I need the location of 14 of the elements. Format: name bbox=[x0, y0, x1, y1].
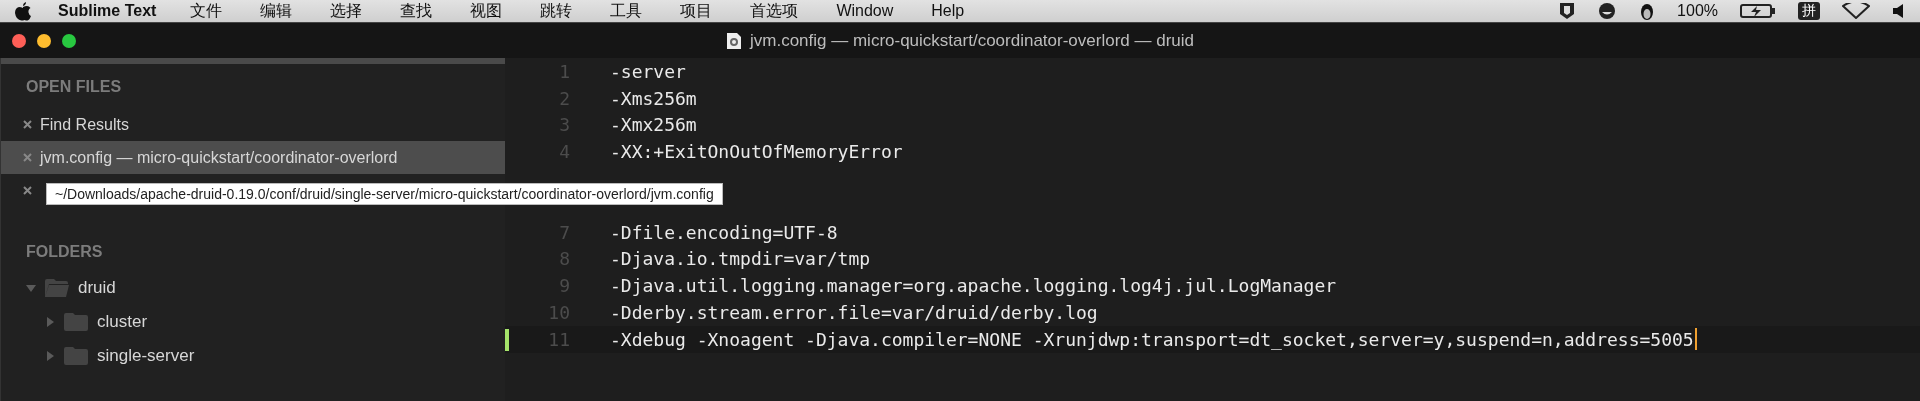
code-line: -Xms256m bbox=[610, 87, 697, 109]
code-line: -Dfile.encoding=UTF-8 bbox=[610, 221, 838, 243]
code-line: -Dderby.stream.error.file=var/druid/derby.log bbox=[610, 302, 1098, 324]
window-title: jvm.config — micro-quickstart/coordinator-overlord — druid bbox=[749, 30, 1194, 51]
code-line: -Djava.io.tmpdir=var/tmp bbox=[610, 248, 871, 270]
code-line: -Djava.util.logging.manager=org.apache.logging.log4j.jul.LogManager bbox=[610, 275, 1337, 297]
code-line: -server bbox=[610, 60, 686, 82]
code-line: -Xdebug -Xnoagent -Djava.compiler=NONE -Xrunjdwp:transport=dt_socket,server=y,suspend=n,address=5005 bbox=[610, 328, 1694, 350]
section-heading: FOLDERS bbox=[25, 243, 104, 262]
file-path-tooltip: ~/Downloads/apache-druid-0.19.0/conf/druid/single-server/micro-quickstart/coordinator-overlord/jvm.config bbox=[46, 183, 723, 205]
battery-percentage: 100% bbox=[1677, 2, 1718, 20]
code-line: -Xmx256m bbox=[610, 114, 697, 136]
code-line: -XX:+ExitOnOutOfMemoryError bbox=[610, 141, 903, 163]
section-heading: OPEN FILES bbox=[25, 77, 123, 97]
